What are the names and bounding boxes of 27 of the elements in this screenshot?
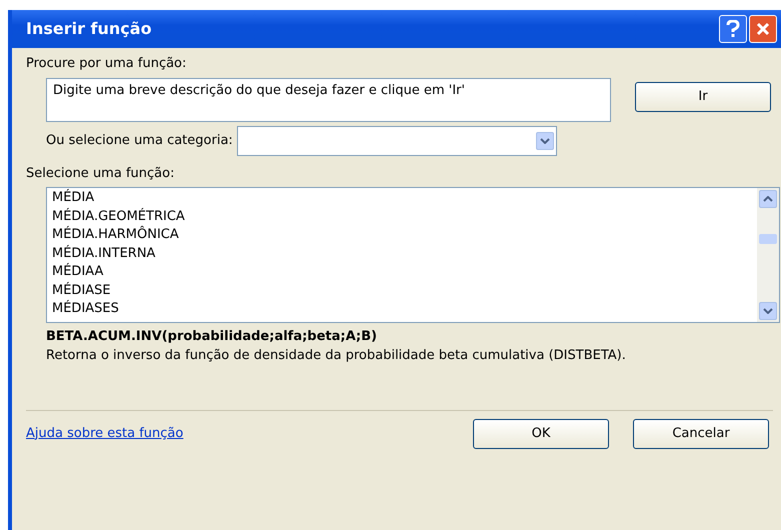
function-list-item[interactable]: MÉDIA.INTERNA — [52, 244, 752, 263]
scrollbar[interactable] — [757, 188, 779, 322]
search-field[interactable]: Digite uma breve descrição do que deseja fazer e clique em 'Ir' — [46, 78, 611, 122]
search-label: Procure por uma função: — [26, 55, 188, 73]
function-list-label: Selecione uma função: — [26, 164, 176, 182]
function-list-item[interactable]: MÉDIA.HARMÔNICA — [52, 226, 752, 244]
function-list-item[interactable]: MÉDIASE — [52, 282, 752, 300]
help-link[interactable]: Ajuda sobre esta função — [26, 424, 473, 444]
function-list-item[interactable]: MÉDIASES — [52, 300, 752, 318]
function-list-item[interactable]: MÉDIAA — [52, 263, 752, 282]
go-button[interactable]: Ir — [635, 82, 771, 112]
cancel-button[interactable]: Cancelar — [633, 418, 769, 448]
close-button[interactable] — [749, 15, 777, 43]
function-signature: BETA.ACUM.INV(probabilidade;alfa;beta;A;B) — [46, 328, 378, 346]
ok-button[interactable]: OK — [473, 418, 609, 448]
close-icon — [756, 22, 770, 36]
scroll-down-icon — [759, 302, 777, 320]
function-list-item[interactable]: MÉDIA.GEOMÉTRICA — [52, 208, 752, 226]
scroll-up-icon — [759, 190, 777, 208]
help-button[interactable] — [719, 15, 747, 43]
category-dropdown[interactable] — [236, 126, 557, 156]
scroll-thumb[interactable] — [759, 234, 777, 244]
category-label: Ou selecione uma categoria: — [46, 132, 233, 150]
function-description: Retorna o inverso da função de densidade da probabilidade beta cumulativa (DISTBETA). — [46, 346, 627, 364]
question-mark-icon — [726, 20, 740, 38]
window-title: Inserir função — [26, 18, 153, 40]
function-list-item[interactable]: MÉDIA — [52, 189, 752, 208]
